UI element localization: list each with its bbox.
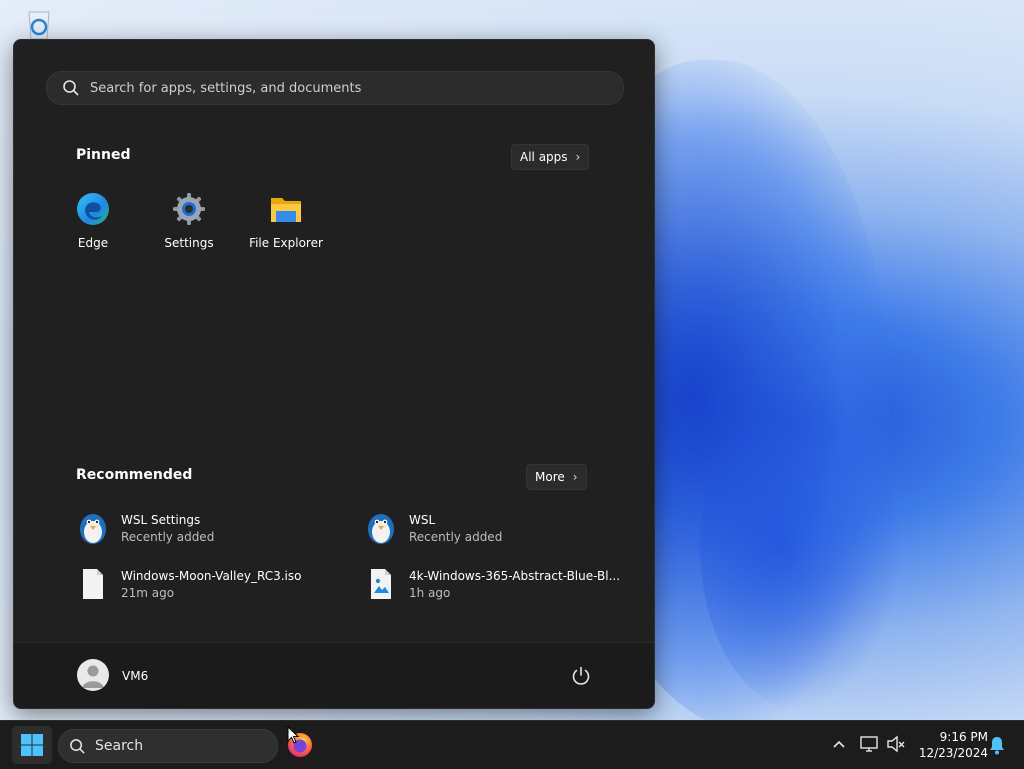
- recommended-item[interactable]: 4k-Windows-365-Abstract-Blue-Bl... 1h ag…: [365, 564, 635, 604]
- network-icon[interactable]: [859, 733, 881, 755]
- recommended-item-meta: 1h ago: [409, 585, 451, 600]
- taskbar: Search 9:16 PM 12/23/2024: [0, 720, 1024, 769]
- pinned-app-file-explorer[interactable]: File Explorer: [241, 191, 331, 250]
- search-icon: [70, 738, 85, 754]
- recommended-item[interactable]: Windows-Moon-Valley_RC3.iso 21m ago: [77, 564, 347, 604]
- volume-muted-icon[interactable]: [885, 733, 907, 755]
- recommended-item-meta: Recently added: [121, 529, 215, 544]
- recommended-item-name: Windows-Moon-Valley_RC3.iso: [121, 568, 302, 583]
- start-search-box[interactable]: Search for apps, settings, and documents: [46, 71, 624, 105]
- pinned-app-label: File Explorer: [249, 236, 323, 250]
- penguin-icon: [368, 514, 394, 544]
- clock-date: 12/23/2024: [918, 746, 988, 760]
- all-apps-label: All apps: [520, 150, 568, 164]
- chevron-up-icon[interactable]: [828, 733, 850, 755]
- pinned-app-edge[interactable]: Edge: [48, 191, 138, 250]
- recommended-item[interactable]: WSL Recently added: [365, 508, 635, 548]
- recommended-item-meta: 21m ago: [121, 585, 175, 600]
- pinned-app-label: Edge: [77, 236, 109, 250]
- clock-time: 9:16 PM: [939, 730, 988, 744]
- image-file-icon: [371, 569, 391, 599]
- taskbar-search-box[interactable]: Search: [58, 729, 278, 763]
- wallpaper-bloom-lower: [700, 380, 900, 710]
- edge-icon: [77, 193, 109, 225]
- folder-icon: [271, 198, 301, 222]
- more-button[interactable]: More ›: [526, 464, 587, 490]
- recommended-heading: Recommended: [76, 467, 193, 483]
- user-avatar-icon: [82, 665, 104, 688]
- chevron-right-icon: ›: [575, 150, 581, 164]
- notification-bell-icon[interactable]: [988, 735, 1006, 755]
- mouse-cursor-icon: [287, 726, 299, 744]
- system-clock[interactable]: 9:16 PM 12/23/2024: [912, 729, 988, 761]
- more-label: More: [535, 470, 565, 484]
- start-menu: Search for apps, settings, and documents…: [13, 39, 655, 709]
- start-menu-footer: VM6: [14, 642, 654, 708]
- taskbar-search-placeholder: Search: [95, 738, 144, 754]
- user-avatar[interactable]: [77, 659, 109, 691]
- start-button[interactable]: [12, 726, 52, 764]
- pinned-app-label: Settings: [164, 236, 214, 250]
- start-search-placeholder: Search for apps, settings, and documents: [90, 80, 362, 96]
- chevron-right-icon: ›: [572, 470, 578, 484]
- recommended-item-name: WSL: [409, 512, 436, 527]
- recommended-item-name: WSL Settings: [121, 512, 201, 527]
- power-icon[interactable]: [570, 665, 592, 687]
- recommended-item-meta: Recently added: [409, 529, 503, 544]
- recommended-item[interactable]: WSL Settings Recently added: [77, 508, 347, 548]
- pinned-heading: Pinned: [76, 147, 131, 163]
- recommended-item-name: 4k-Windows-365-Abstract-Blue-Bl...: [409, 568, 621, 583]
- file-icon: [83, 569, 103, 599]
- pinned-app-settings[interactable]: Settings: [144, 191, 234, 250]
- windows-logo-icon: [21, 734, 43, 756]
- recycle-bin-icon[interactable]: [22, 8, 56, 40]
- settings-gear-icon: [173, 193, 205, 225]
- penguin-icon: [80, 514, 106, 544]
- user-name[interactable]: VM6: [122, 669, 148, 683]
- all-apps-button[interactable]: All apps ›: [511, 144, 590, 170]
- search-icon: [63, 80, 79, 96]
